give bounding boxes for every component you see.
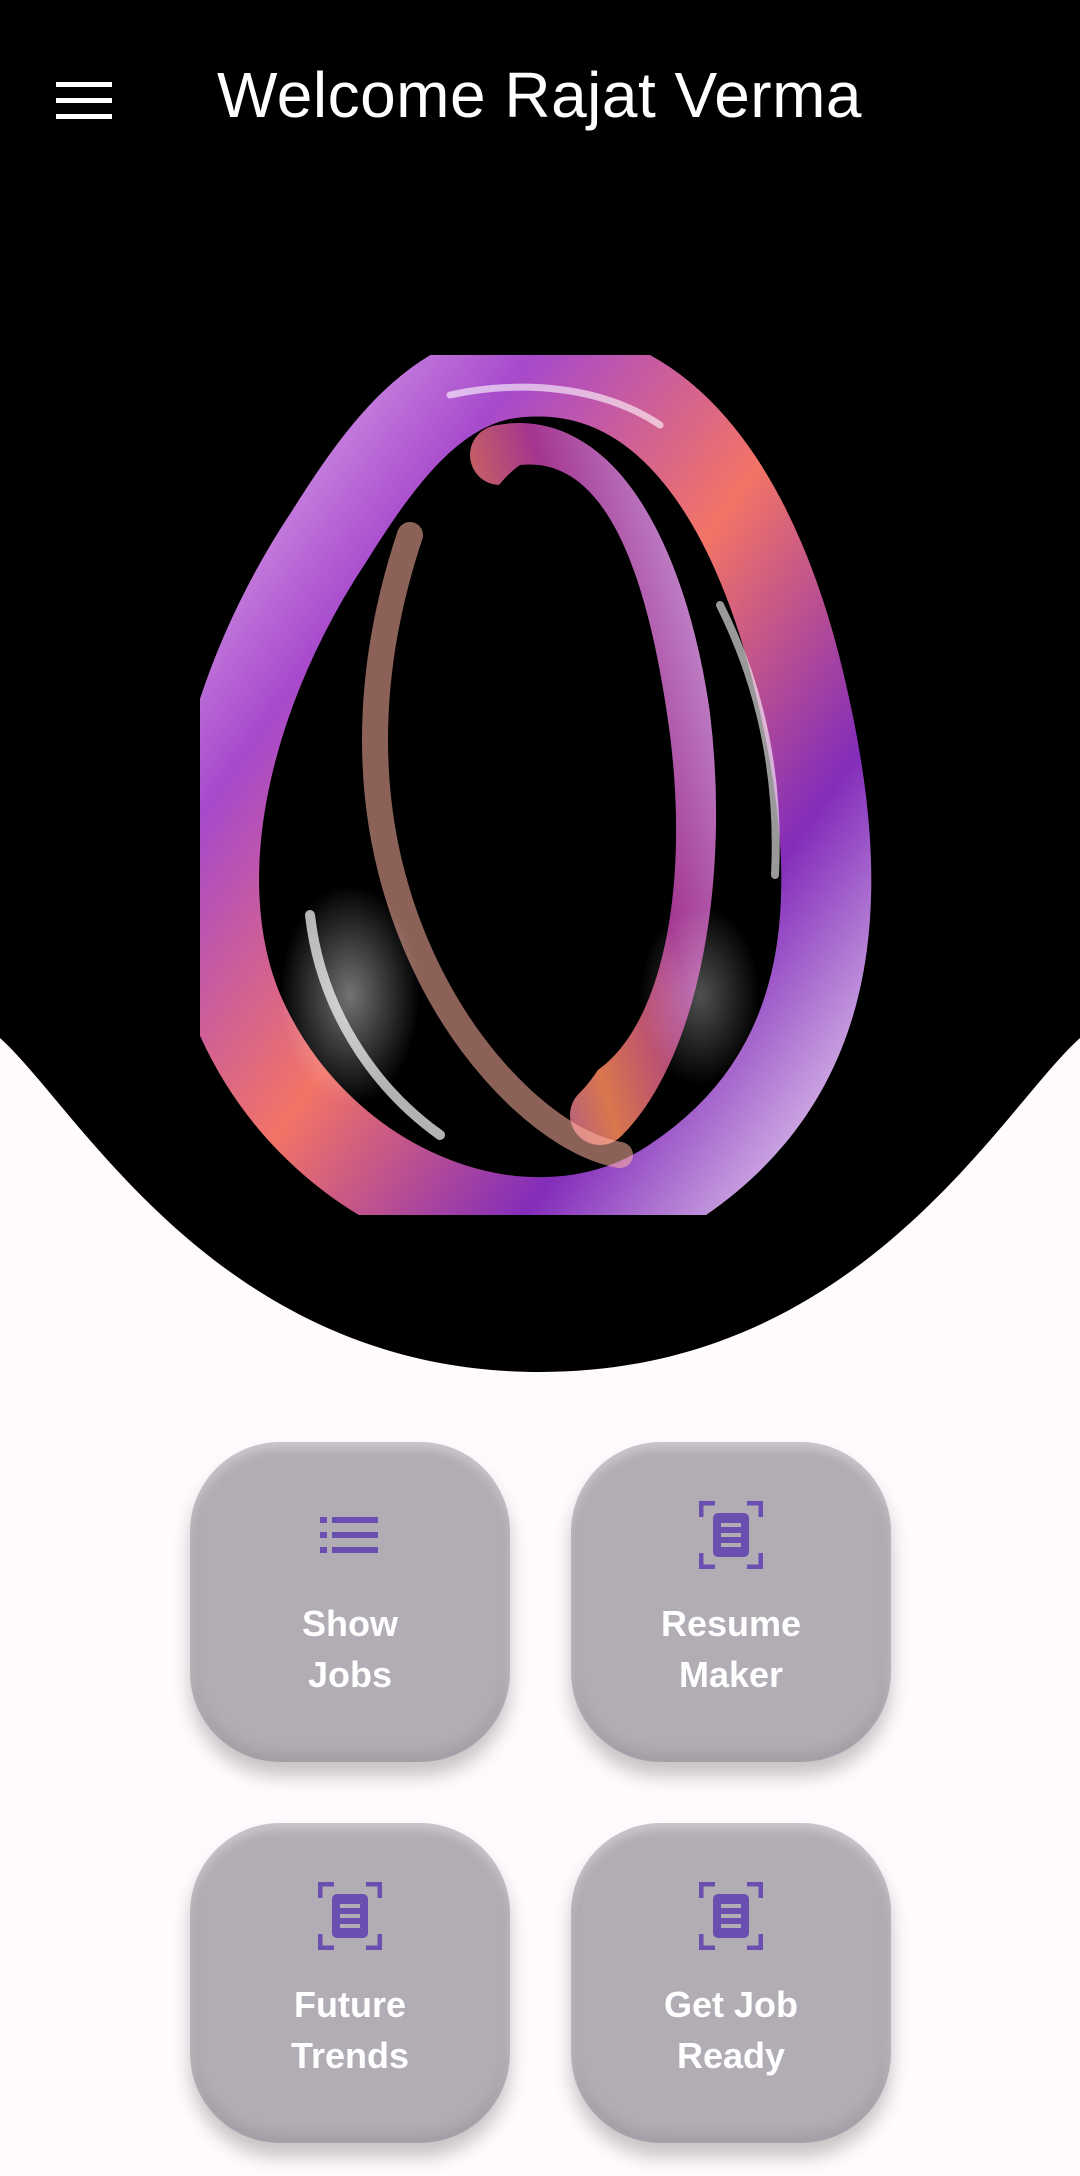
list-icon: [315, 1500, 385, 1570]
future-trends-button[interactable]: Future Trends: [190, 1823, 510, 2143]
resume-maker-label: Resume Maker: [660, 1603, 802, 1695]
page-title: Welcome Rajat Verma: [217, 59, 862, 131]
abstract-glass-ring-artwork: [200, 355, 872, 1215]
show-jobs-label: Show Jobs: [302, 1603, 398, 1695]
future-trends-label: Future Trends: [290, 1984, 410, 2076]
document-scan-icon: [315, 1881, 385, 1951]
hamburger-menu-icon: [56, 82, 112, 119]
hero-banner: [0, 0, 1080, 1380]
get-job-ready-label: Get Job Ready: [663, 1984, 798, 2076]
show-jobs-button[interactable]: Show Jobs: [190, 1442, 510, 1762]
resume-maker-button[interactable]: Resume Maker: [571, 1442, 891, 1762]
menu-button[interactable]: [34, 60, 134, 140]
get-job-ready-button[interactable]: Get Job Ready: [571, 1823, 891, 2143]
home-screen: Welcome Rajat Verma Show Jobs Resume Mak…: [0, 0, 1080, 2176]
document-scan-icon: [696, 1500, 766, 1570]
document-scan-icon: [696, 1881, 766, 1951]
app-bar: Welcome Rajat Verma: [0, 0, 1080, 200]
